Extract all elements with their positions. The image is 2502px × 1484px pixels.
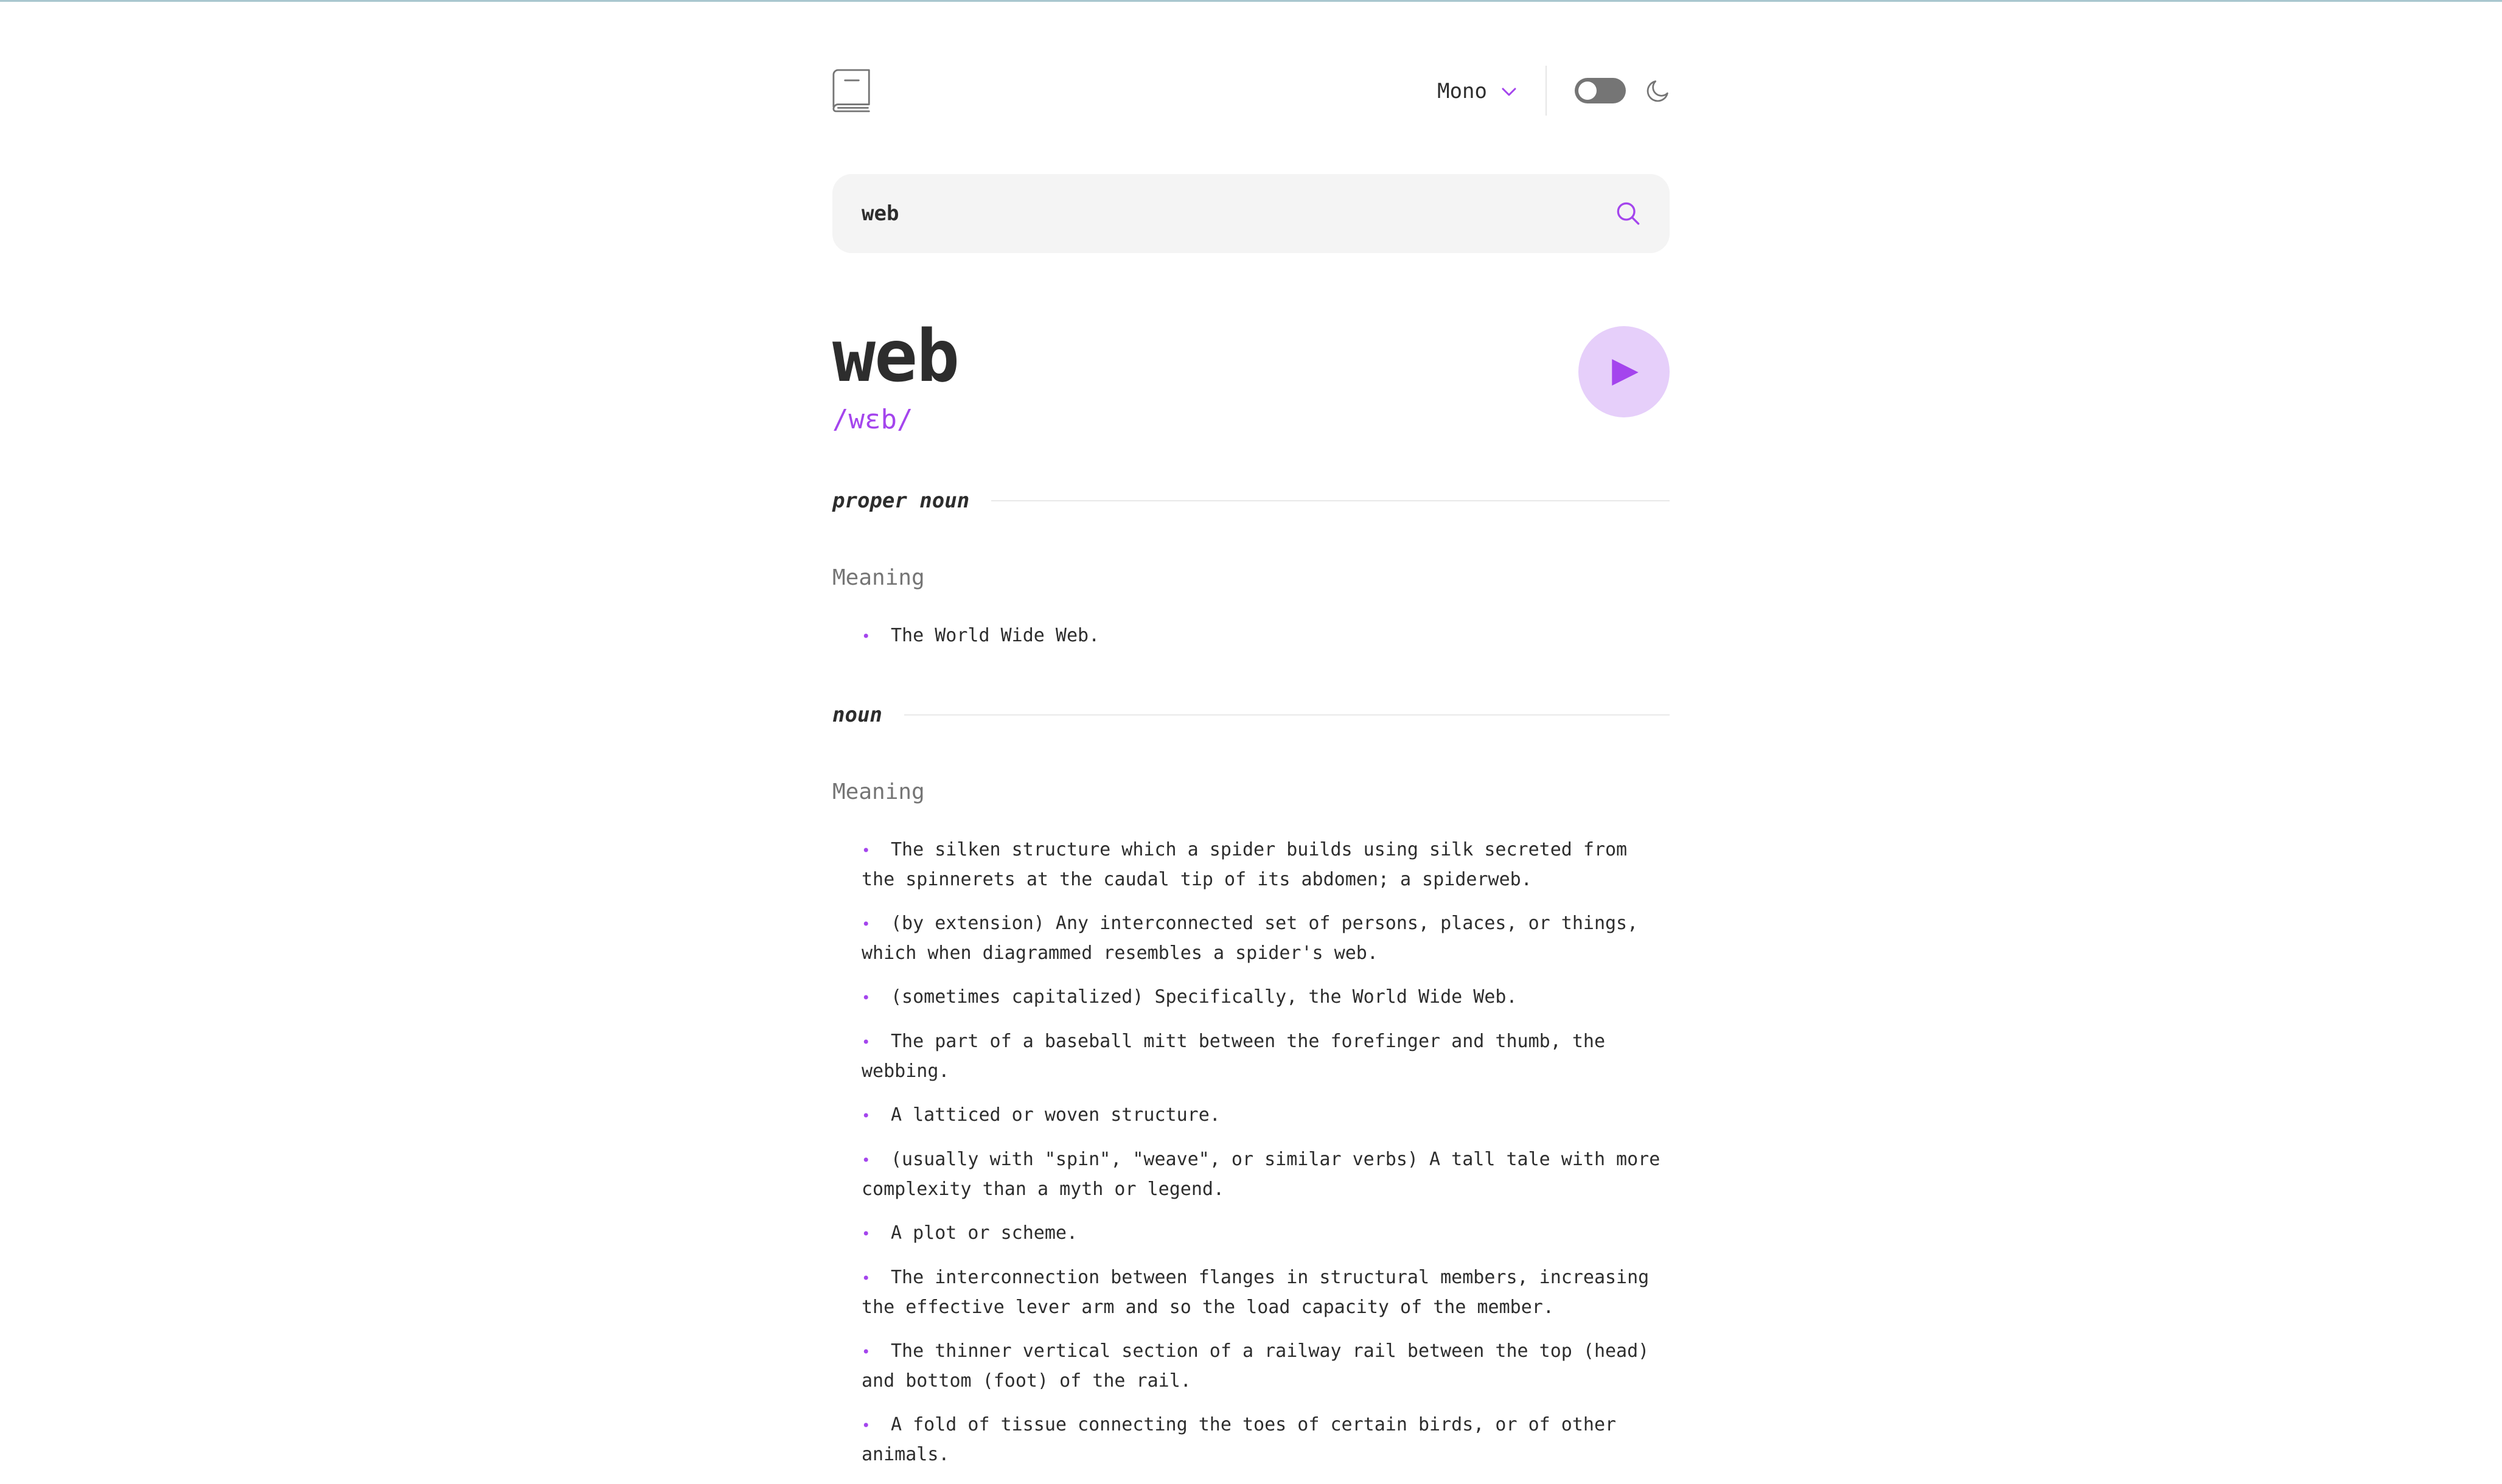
definition-item: • (usually with "spin", "weave", or simil… (862, 1145, 1671, 1204)
definition-item: • (sometimes capitalized) Specifically, t… (862, 983, 1671, 1012)
phonetic: /wɛb/ (832, 404, 913, 435)
bullet: • (862, 1034, 871, 1051)
definition-text: (usually with "spin", "weave", or simila… (862, 1149, 1660, 1200)
bullet: • (862, 1152, 871, 1169)
definition-text: The interconnection between flanges in s… (862, 1267, 1650, 1318)
bullet: • (862, 1107, 871, 1124)
meaning-label: Meaning (832, 565, 925, 590)
bullet: • (862, 1417, 871, 1434)
definition-text: The World Wide Web. (891, 625, 1100, 646)
definition-text: The silken structure which a spider buil… (862, 839, 1628, 890)
definition-text: The thinner vertical section of a railwa… (862, 1340, 1650, 1392)
definition-list: • The World Wide Web. (862, 621, 1671, 666)
play-icon (1612, 359, 1639, 386)
header-divider (1545, 66, 1547, 116)
chevron-down-icon (1502, 88, 1516, 96)
definition-item: • (by extension) Any interconnected set o… (862, 909, 1671, 968)
part-of-speech-heading: proper noun (832, 482, 1670, 519)
definition-list: • The silken structure which a spider bui… (862, 835, 1671, 1484)
definition-item: • The thinner vertical section of a railw… (862, 1337, 1671, 1396)
bullet: • (862, 842, 871, 859)
part-of-speech-label: proper noun (832, 489, 970, 513)
definition-text: A latticed or woven structure. (891, 1104, 1221, 1126)
part-of-speech-heading: noun (832, 697, 1670, 733)
header: Mono (832, 63, 1670, 118)
search-bar (832, 174, 1670, 253)
bullet: • (862, 1343, 871, 1360)
font-selector[interactable]: Mono (1437, 78, 1519, 105)
font-selector-label: Mono (1437, 79, 1487, 103)
book-icon[interactable] (832, 68, 871, 113)
definition-item: • A fold of tissue connecting the toes of… (862, 1410, 1671, 1469)
definition-text: A plot or scheme. (891, 1222, 1078, 1244)
theme-toggle[interactable] (1575, 78, 1626, 103)
definition-item: • A latticed or woven structure. (862, 1101, 1671, 1130)
part-of-speech-label: noun (832, 703, 882, 727)
play-audio-button[interactable] (1578, 326, 1670, 417)
definition-text: (by extension) Any interconnected set of… (862, 913, 1639, 964)
definition-text: The part of a baseball mitt between the … (862, 1031, 1605, 1082)
definition-item: • A plot or scheme. (862, 1219, 1671, 1249)
bullet: • (862, 1270, 871, 1287)
definition-item: • The interconnection between flanges in … (862, 1263, 1671, 1322)
definition-item: • The World Wide Web. (862, 621, 1671, 651)
section-divider (991, 500, 1670, 501)
top-accent-line (0, 0, 2502, 2)
bullet: • (862, 1225, 871, 1242)
definition-item: • The part of a baseball mitt between the… (862, 1027, 1671, 1086)
bullet: • (862, 628, 871, 645)
moon-icon (1647, 80, 1668, 102)
theme-toggle-knob (1578, 82, 1597, 100)
definition-text: A fold of tissue connecting the toes of … (862, 1414, 1617, 1465)
search-icon[interactable] (1616, 201, 1640, 226)
section-divider (904, 714, 1670, 716)
definition-item: • The silken structure which a spider bui… (862, 835, 1671, 894)
definition-text: (sometimes capitalized) Specifically, th… (891, 986, 1518, 1008)
word-title: web (832, 314, 960, 398)
bullet: • (862, 989, 871, 1006)
meaning-label: Meaning (832, 779, 925, 804)
search-input[interactable] (862, 174, 1592, 253)
bullet: • (862, 916, 871, 933)
